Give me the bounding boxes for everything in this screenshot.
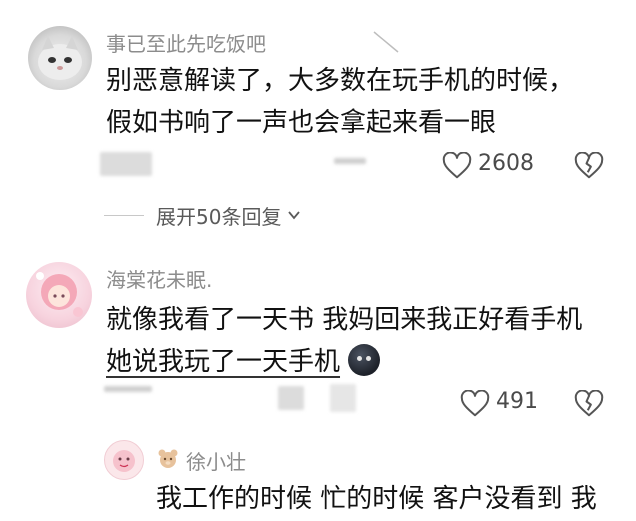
blurred-location [278, 386, 304, 410]
heart-outline-icon[interactable] [442, 152, 472, 180]
bear-badge-icon [158, 449, 178, 468]
blurred-location-2 [330, 384, 356, 412]
blurred-location [334, 158, 366, 164]
chevron-down-icon [288, 211, 301, 220]
avatar-reply[interactable] [104, 440, 144, 480]
broken-heart-icon[interactable] [574, 152, 604, 180]
comment-line-1: 别恶意解读了，大多数在玩手机的时候， [106, 66, 575, 96]
avatar-anime-girl[interactable] [26, 262, 92, 328]
dark-face-emoji-icon [348, 344, 381, 376]
comment-line-2-text: 她说我玩了一天手机 [106, 347, 341, 377]
expand-replies-label: 展开50条回复 [156, 204, 282, 229]
heart-outline-icon[interactable] [460, 390, 490, 418]
username[interactable]: 徐小壮 [186, 446, 246, 475]
broken-heart-icon[interactable] [574, 390, 604, 418]
like-count: 491 [496, 389, 538, 414]
avatar-cat[interactable] [28, 26, 92, 90]
comment-line-1: 我工作的时候 忙的时候 客户没看到 我 [156, 484, 597, 514]
divider-line [104, 214, 144, 216]
like-count: 2608 [478, 151, 534, 176]
slash-mark [373, 31, 399, 53]
blurred-date [104, 386, 152, 392]
comment-line-2: 假如书响了一声也会拿起来看一眼 [106, 108, 497, 138]
username[interactable]: 事已至此先吃饭吧 [106, 28, 266, 57]
expand-replies-button[interactable]: 展开50条回复 [104, 198, 301, 232]
blurred-date [100, 152, 152, 176]
comment-line-2: 她说我玩了一天手机 [106, 340, 381, 384]
username[interactable]: 海棠花未眠. [106, 264, 212, 293]
comment-line-1: 就像我看了一天书 我妈回来我正好看手机 [106, 305, 583, 335]
